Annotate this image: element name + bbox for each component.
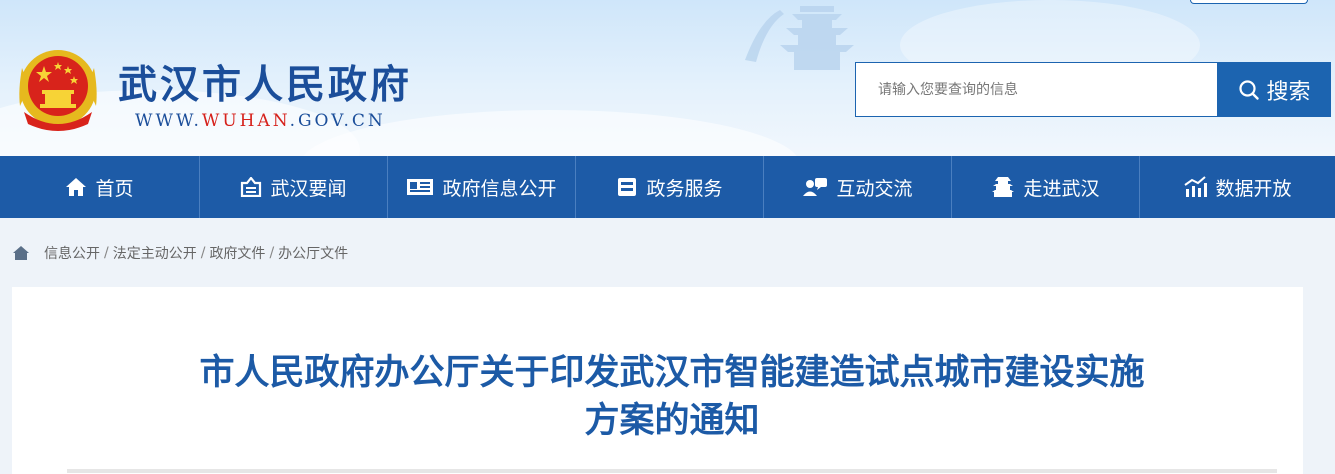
national-emblem-icon: [19, 50, 97, 131]
info-disclosure-icon: [407, 179, 434, 195]
nav-item-info-disclosure[interactable]: 政府信息公开: [388, 156, 576, 218]
tower-icon: [992, 177, 1015, 197]
breadcrumb-item[interactable]: 政府文件: [209, 243, 265, 263]
search-button-label: 搜索: [1266, 79, 1311, 105]
site-header: 武汉市人民政府 WWW.WUHAN.GOV.CN 搜索: [0, 0, 1335, 156]
service-icon: [618, 178, 637, 196]
main-nav: 首页 武汉要闻 政府信息公开 政务服务 互动交流 走进武汉 数据开放: [0, 156, 1335, 218]
nav-item-news[interactable]: 武汉要闻: [200, 156, 388, 218]
site-name: 武汉市人民政府: [118, 63, 413, 108]
search-icon: [1239, 79, 1260, 100]
interaction-icon: [803, 178, 828, 196]
breadcrumb: 信息公开 / 法定主动公开 / 政府文件 / 办公厅文件: [12, 242, 348, 264]
breadcrumb-item[interactable]: 信息公开: [44, 243, 100, 263]
breadcrumb-item[interactable]: 办公厅文件: [278, 243, 348, 263]
article-panel: 市人民政府办公厅关于印发武汉市智能建造试点城市建设实施 方案的通知: [12, 287, 1303, 474]
article-title-line1: 市人民政府办公厅关于印发武汉市智能建造试点城市建设实施: [199, 353, 1145, 393]
news-icon: [241, 177, 262, 197]
article-title: 市人民政府办公厅关于印发武汉市智能建造试点城市建设实施 方案的通知: [72, 349, 1272, 445]
nav-item-label: 互动交流: [836, 177, 913, 200]
breadcrumb-separator: /: [200, 245, 206, 261]
nav-item-label: 政府信息公开: [442, 177, 557, 200]
nav-item-label: 政务服务: [646, 177, 723, 200]
url-suffix: .GOV.CN: [289, 111, 386, 131]
top-tab: [1190, 0, 1308, 4]
nav-item-interaction[interactable]: 互动交流: [764, 156, 952, 218]
url-prefix: WWW.: [135, 111, 202, 131]
nav-item-label: 武汉要闻: [270, 177, 347, 200]
nav-item-service[interactable]: 政务服务: [576, 156, 764, 218]
nav-item-explore-wuhan[interactable]: 走进武汉: [952, 156, 1140, 218]
search-input[interactable]: [855, 62, 1218, 117]
breadcrumb-separator: /: [269, 245, 275, 261]
nav-item-label: 首页: [95, 177, 134, 200]
nav-item-open-data[interactable]: 数据开放: [1140, 156, 1335, 218]
title-divider: [67, 469, 1277, 473]
nav-item-label: 走进武汉: [1023, 177, 1100, 200]
yellow-crane-tower-icon: [745, 6, 854, 70]
home-icon: [66, 178, 87, 196]
home-icon: [13, 246, 29, 260]
breadcrumb-item[interactable]: 法定主动公开: [113, 243, 197, 263]
breadcrumb-separator: /: [104, 245, 109, 261]
nav-item-home[interactable]: 首页: [0, 156, 200, 218]
url-highlight: WUHAN: [201, 111, 290, 131]
site-url: WWW.WUHAN.GOV.CN: [135, 111, 386, 131]
search-button[interactable]: 搜索: [1218, 62, 1331, 117]
chart-icon: [1184, 176, 1208, 197]
article-title-line2: 方案的通知: [584, 401, 760, 441]
nav-item-label: 数据开放: [1215, 177, 1292, 200]
